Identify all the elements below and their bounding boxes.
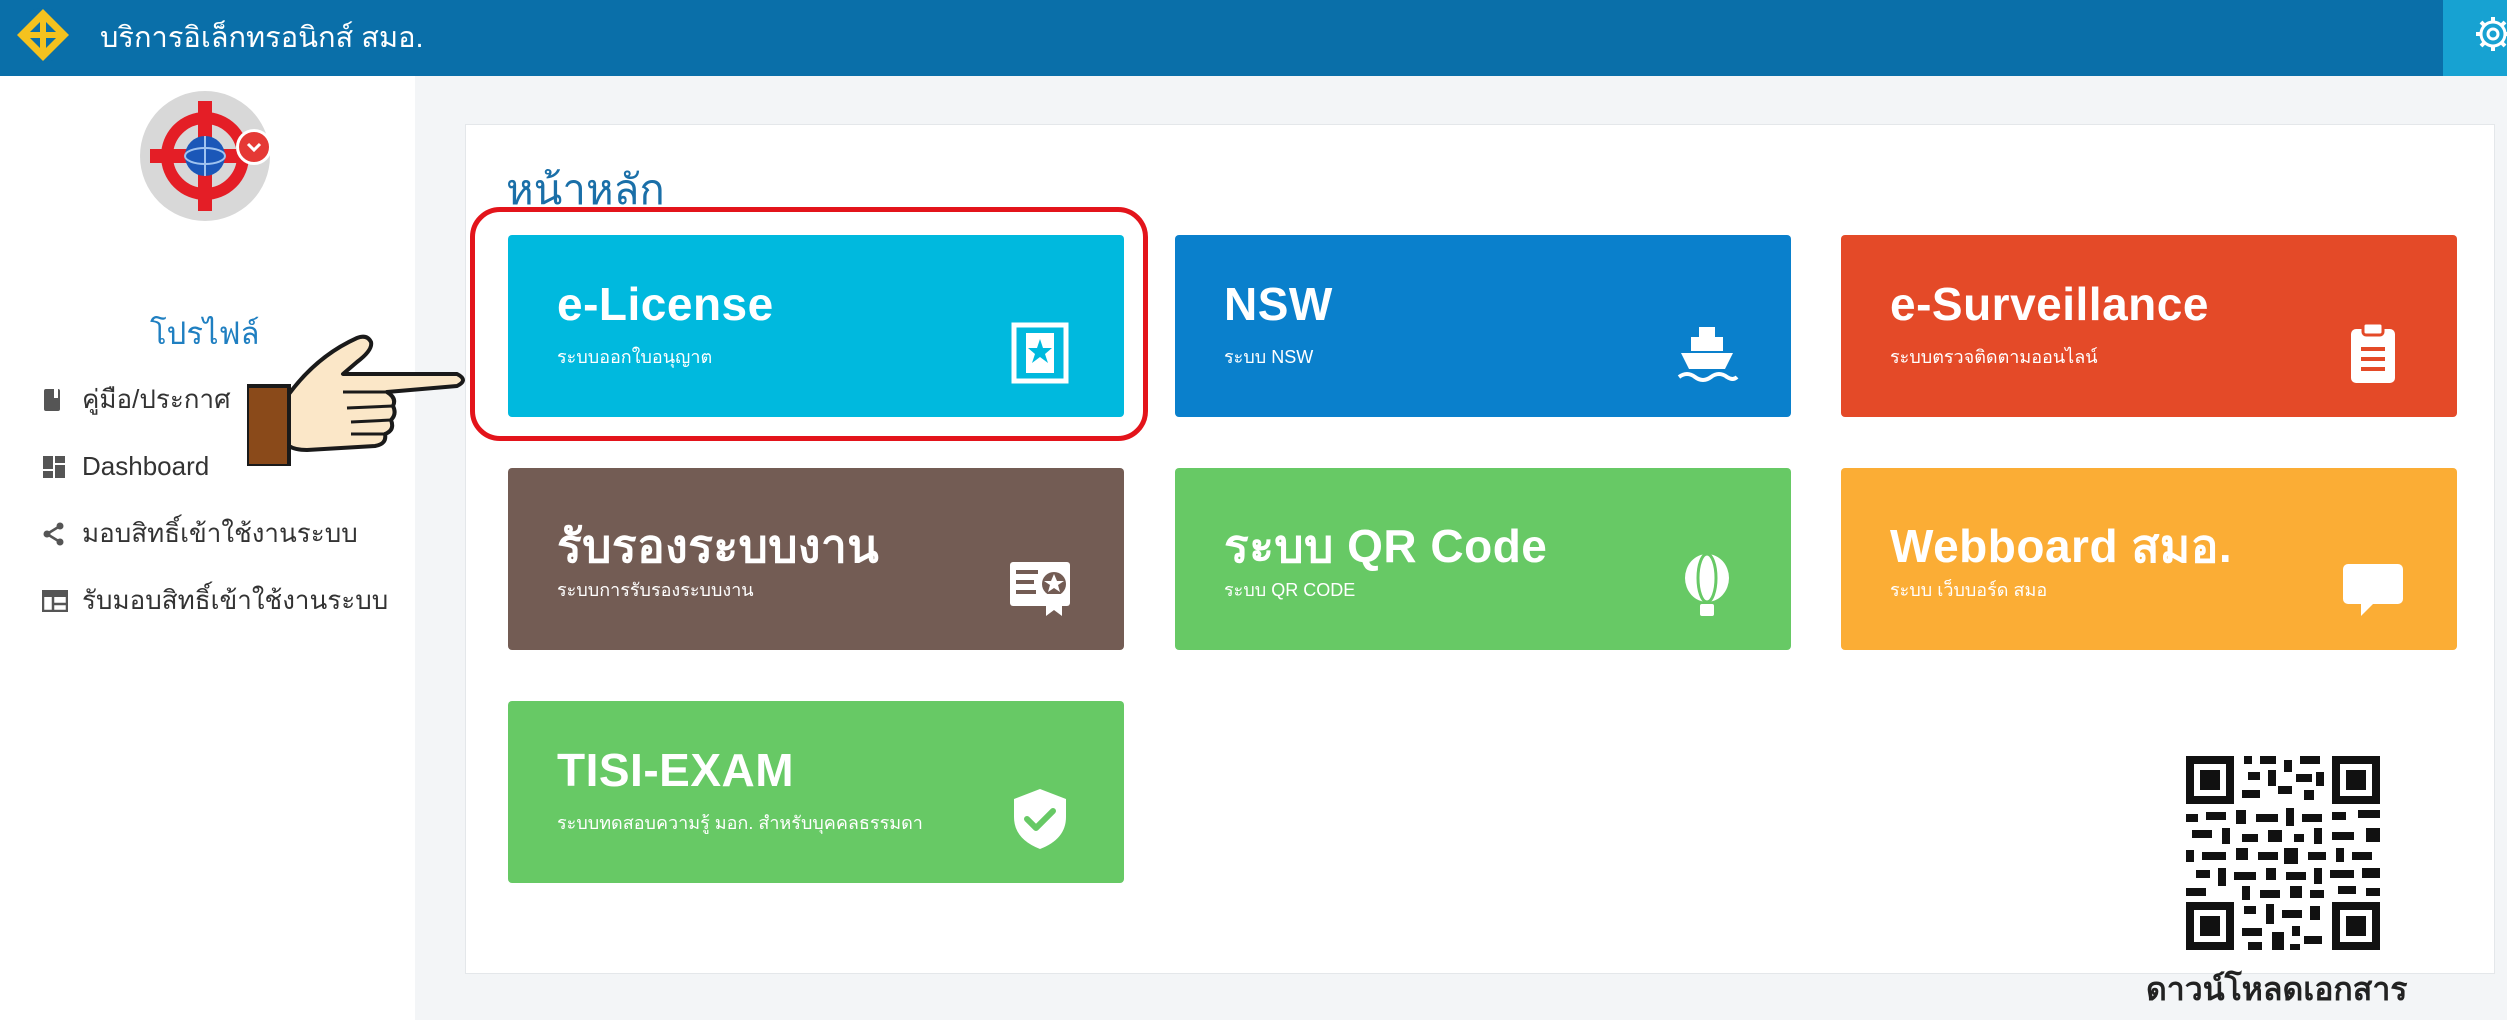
sidebar-item-label: Dashboard <box>82 451 210 481</box>
table-icon <box>42 589 72 612</box>
qr-code-icon[interactable] <box>2186 756 2380 950</box>
balloon-icon <box>1685 554 1729 616</box>
tile-qr-code[interactable]: ระบบ QR Code ระบบ QR CODE <box>1175 468 1791 650</box>
tile-title: TISI-EXAM <box>557 744 795 796</box>
tile-subtitle: ระบบตรวจติดตามออนไลน์ <box>1890 347 2098 367</box>
tile-title: รับรองระบบงาน <box>557 520 880 572</box>
tile-subtitle: ระบบทดสอบความรู้ มอก. สำหรับบุคคลธรรมดา <box>557 813 923 833</box>
tile-title: ระบบ QR Code <box>1224 520 1548 572</box>
book-icon <box>42 388 72 412</box>
chevron-down-icon <box>246 142 262 153</box>
tile-subtitle: ระบบ QR CODE <box>1224 580 1356 600</box>
tile-webboard[interactable]: Webboard สมอ. ระบบ เว็บบอร์ด สมอ <box>1841 468 2457 650</box>
dashboard-icon <box>42 455 72 479</box>
tile-e-surveillance[interactable]: e-Surveillance ระบบตรวจติดตามออนไลน์ <box>1841 235 2457 417</box>
tisi-logo[interactable] <box>14 6 72 64</box>
settings-button[interactable] <box>2443 0 2507 76</box>
app-title[interactable]: บริการอิเล็กทรอนิกส์ สมอ. <box>100 10 424 66</box>
highlight-frame <box>470 207 1148 441</box>
chat-bubble-icon <box>2343 564 2403 616</box>
avatar-dropdown-badge[interactable] <box>236 129 272 165</box>
shield-check-icon <box>1014 789 1066 849</box>
tile-title: e-Surveillance <box>1890 278 2209 330</box>
tile-subtitle: ระบบ NSW <box>1224 347 1314 367</box>
sidebar-item-label: มอบสิทธิ์เข้าใช้งานระบบ <box>82 518 358 548</box>
profile-link[interactable]: โปรไฟล์ <box>150 308 260 358</box>
gear-icon <box>2476 17 2507 51</box>
tile-title: NSW <box>1224 278 1333 330</box>
clipboard-icon <box>2351 321 2395 383</box>
certificate-icon <box>1010 562 1070 616</box>
download-documents-label[interactable]: ดาวน์โหลดเอกสาร <box>2146 964 2407 1015</box>
share-icon <box>42 522 72 546</box>
sidebar-item-label: คู่มือ/ประกาศ <box>82 384 231 414</box>
tile-title: Webboard สมอ. <box>1890 520 2233 572</box>
sidebar-item-label: รับมอบสิทธิ์เข้าใช้งานระบบ <box>82 585 389 615</box>
sidebar-item-grant-access[interactable]: มอบสิทธิ์เข้าใช้งานระบบ <box>42 500 388 567</box>
ship-icon <box>1677 327 1739 382</box>
tile-accreditation[interactable]: รับรองระบบงาน ระบบการรับรองระบบงาน <box>508 468 1124 650</box>
tile-nsw[interactable]: NSW ระบบ NSW <box>1175 235 1791 417</box>
pointing-hand-icon <box>247 334 465 466</box>
tile-tisi-exam[interactable]: TISI-EXAM ระบบทดสอบความรู้ มอก. สำหรับบุ… <box>508 701 1124 883</box>
tile-subtitle: ระบบ เว็บบอร์ด สมอ <box>1890 580 2048 600</box>
top-navbar: บริการอิเล็กทรอนิกส์ สมอ. <box>0 0 2507 76</box>
sidebar: โปรไฟล์ คู่มือ/ประกาศ Dashboard มอบสิทธิ… <box>0 76 465 1020</box>
sidebar-item-receive-access[interactable]: รับมอบสิทธิ์เข้าใช้งานระบบ <box>42 567 388 634</box>
tile-subtitle: ระบบการรับรองระบบงาน <box>557 580 754 600</box>
